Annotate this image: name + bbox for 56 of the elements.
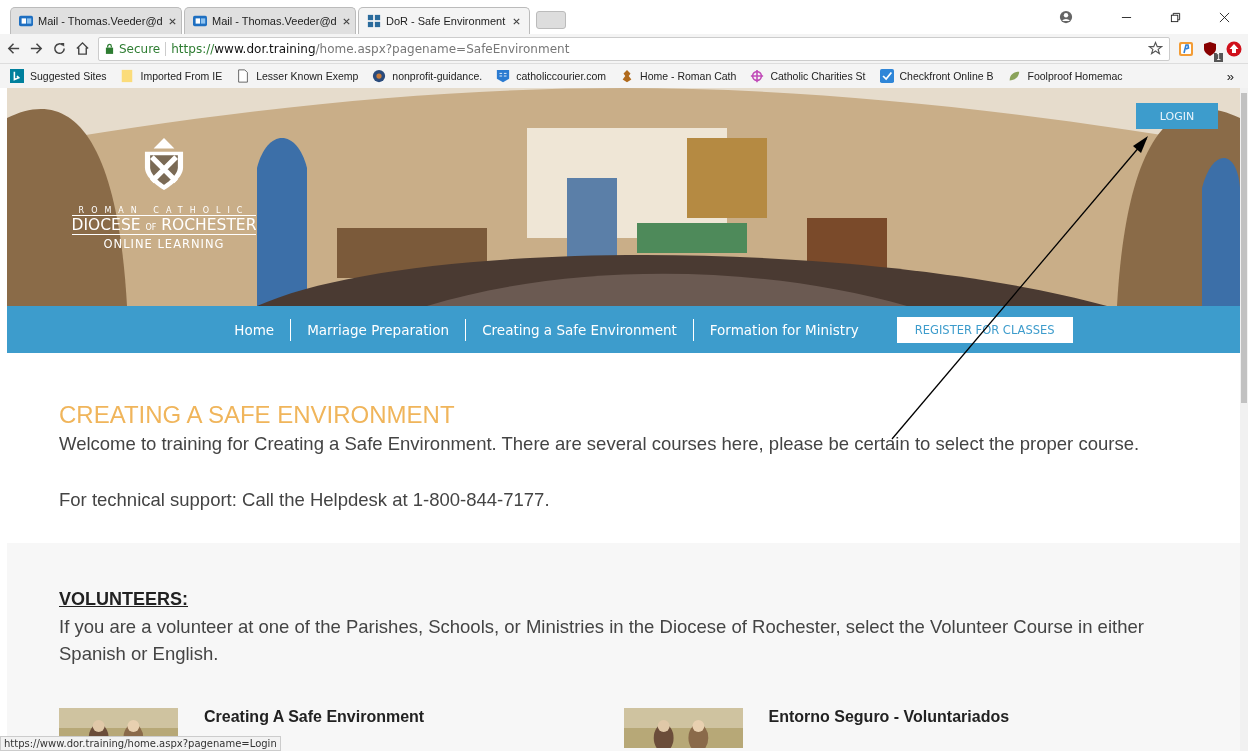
bookmark[interactable]: Checkfront Online B [879,69,994,83]
upload-icon[interactable] [1226,40,1242,57]
close-icon[interactable] [512,16,521,26]
tab-title: Mail - Thomas.Veeder@d [38,15,163,27]
secure-label: Secure [119,41,161,56]
mail-app-icon [193,14,207,28]
bookmark[interactable]: Lesser Known Exemp [236,69,359,83]
restore-icon[interactable] [1170,11,1181,23]
home-icon[interactable] [75,41,90,56]
address-bar[interactable]: Secure https://www.dor.training/home.aspx?pagename=SafeEnvironment [98,36,1170,61]
close-icon[interactable] [341,16,351,26]
url-text: https://www.dor.training/home.aspx?pagename=SafeEnvironment [171,41,570,56]
bookmark[interactable]: Home - Roman Cath [620,69,737,83]
shield-icon [496,69,511,83]
cross-grid-icon [367,14,381,28]
close-icon[interactable] [167,16,177,26]
extension-badge: 1 [1213,52,1223,62]
letter-b-icon [10,69,24,83]
extension-icon[interactable] [1178,40,1194,57]
bookmark[interactable]: Foolproof Homemac [1007,69,1123,83]
bookmark[interactable]: Imported From IE [120,69,223,83]
status-url: https://www.dor.training/home.aspx?pagename=Login [0,736,281,751]
course-title[interactable]: Creating A Safe Environment [204,707,425,726]
support-text: For technical support: Call the Helpdesk at 1-800-844-7177. [59,489,551,511]
logo-wordmark: DIOCESE OF ROCHESTER [71,215,257,235]
bookmark[interactable]: catholiccourier.com [496,69,607,83]
bookmark[interactable]: Catholic Charities St [750,69,866,83]
bookmark[interactable]: nonprofit-guidance. [372,69,483,83]
crosshair-icon [750,69,765,83]
browser-tab[interactable]: DoR - Safe Environment [358,7,530,34]
page-icon [236,69,251,83]
back-icon[interactable] [6,41,21,56]
bookmark[interactable]: Suggested Sites [10,69,107,83]
close-icon[interactable] [1219,11,1230,23]
tab-title: DoR - Safe Environment [386,15,507,27]
browser-tab[interactable]: Mail - Thomas.Veeder@d [10,7,182,34]
intro-text: Welcome to training for Creating a Safe Environment. There are several courses here, please be certain to select the proper course. [59,433,1141,455]
page-heading: CREATING A SAFE ENVIRONMENT [59,401,456,429]
forward-icon[interactable] [29,41,44,56]
lock-icon [105,43,114,54]
tab-title: Mail - Thomas.Veeder@d [212,15,337,27]
star-icon[interactable] [1148,41,1163,56]
globe-icon [372,69,387,83]
shield-icon[interactable] [1202,40,1218,57]
checkbox-icon [879,69,894,83]
mail-app-icon [19,14,33,28]
logo-tagline: ROMAN CATHOLIC [78,206,250,215]
section-heading: VOLUNTEERS: [59,589,189,610]
browser-tab[interactable]: Mail - Thomas.Veeder@d [184,7,356,34]
reload-icon[interactable] [52,41,67,56]
folder-icon [120,69,135,83]
profile-icon[interactable] [1059,10,1073,24]
leaf-icon [1007,69,1022,83]
section-text: If you are a volunteer at one of the Parishes, Schools, or Ministries in the Diocese of Rochester, select the Volunteer Course in either Spanish or English. [59,615,1145,666]
course-title[interactable]: Entorno Seguro - Voluntariados [768,707,1010,726]
bookmarks-overflow[interactable]: » [1226,68,1234,84]
